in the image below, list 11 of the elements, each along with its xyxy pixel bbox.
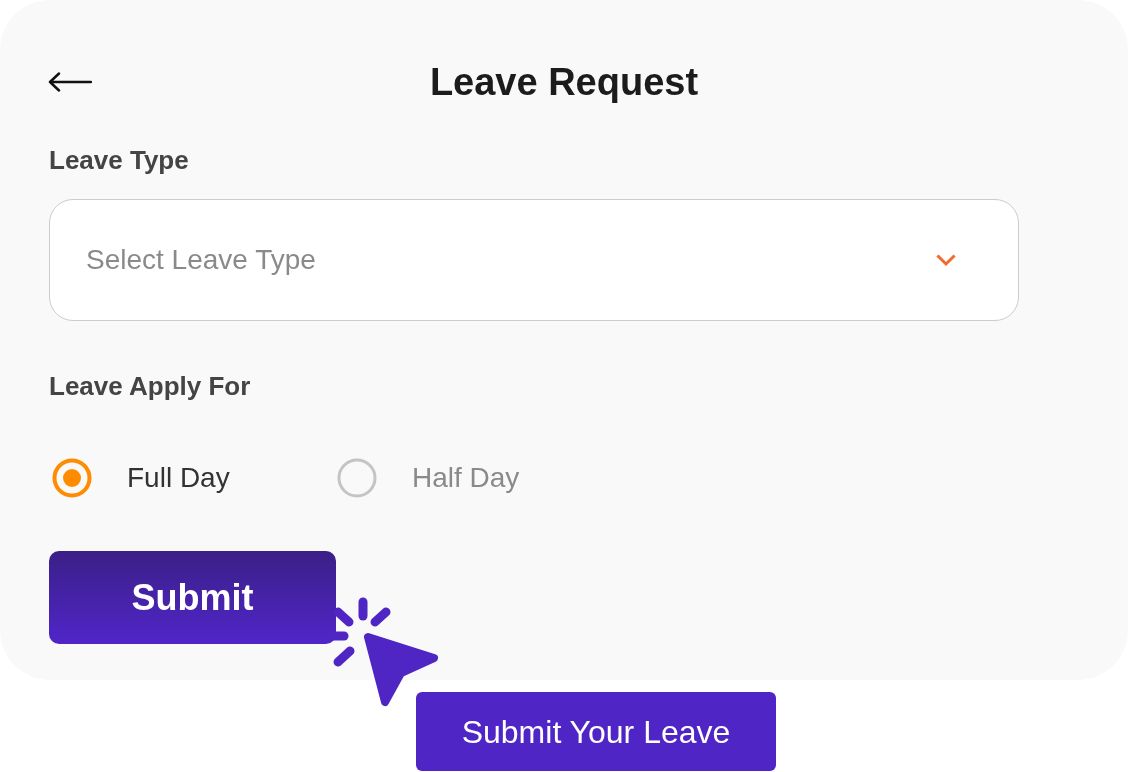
chevron-down-icon: [936, 253, 956, 267]
radio-button[interactable]: [52, 458, 92, 498]
radio-label: Half Day: [412, 461, 520, 495]
page-title: Leave Request: [429, 60, 699, 105]
radio-button[interactable]: [337, 458, 377, 498]
field-label: Leave Type: [49, 144, 189, 176]
field-label: Leave Apply For: [49, 370, 251, 402]
submit-button[interactable]: Submit: [49, 551, 336, 644]
callout-banner: Submit Your Leave: [416, 692, 776, 771]
radio-label: Full Day: [127, 461, 230, 495]
back-arrow-icon[interactable]: [48, 72, 92, 92]
